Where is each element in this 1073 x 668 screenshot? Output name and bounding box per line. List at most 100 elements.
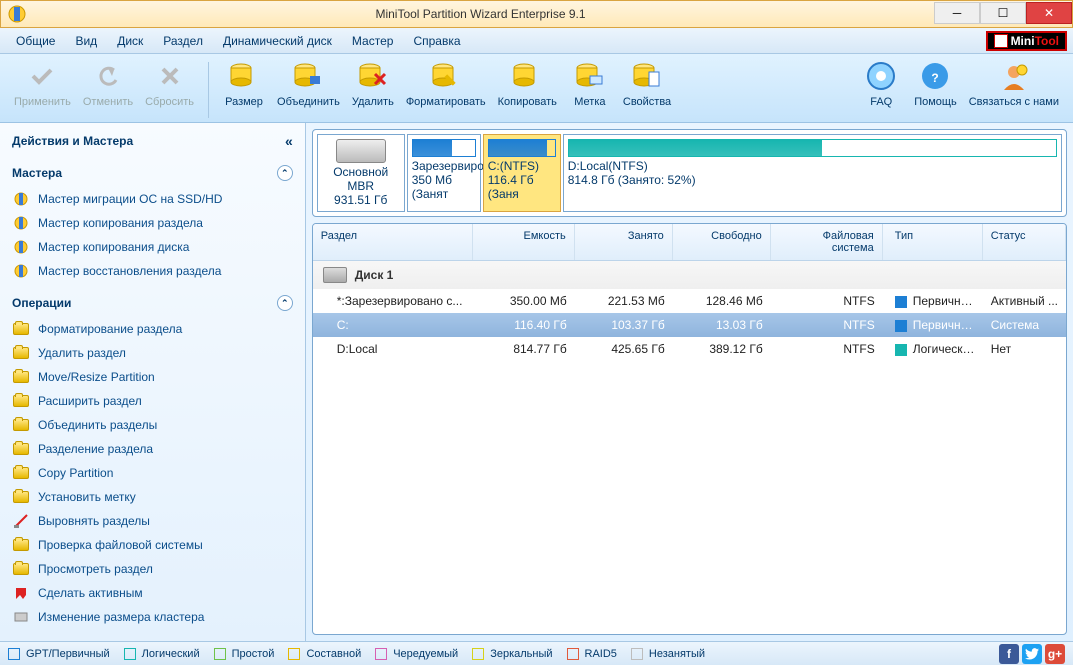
toolbar-label: Сбросить: [145, 96, 194, 108]
toolbar-применить-button: Применить: [8, 58, 77, 110]
sidebar-operation-item[interactable]: Установить метку: [0, 485, 305, 509]
titlebar: MiniTool Partition Wizard Enterprise 9.1…: [0, 0, 1073, 28]
toolbar-faq-button[interactable]: FAQ: [854, 58, 908, 110]
col-free[interactable]: Свободно: [673, 224, 771, 260]
legend-item: Зеркальный: [472, 648, 552, 660]
menu-item[interactable]: Общие: [6, 30, 65, 52]
sidebar-operation-item[interactable]: Проверка файловой системы: [0, 533, 305, 557]
sidebar-operation-item[interactable]: Сделать активным: [0, 581, 305, 605]
col-filesystem[interactable]: Файловая система: [771, 224, 883, 260]
disk-map: Основной MBR 931.51 Гб Зарезервиров350 М…: [312, 129, 1067, 217]
menu-item[interactable]: Диск: [107, 30, 153, 52]
toolbar-копировать-button[interactable]: Копировать: [492, 58, 563, 110]
operation-icon: [12, 393, 30, 409]
masters-section-title[interactable]: Мастера ⌃: [0, 159, 305, 187]
legend-item: Чередуемый: [375, 648, 458, 660]
disk-group-row[interactable]: Диск 1: [313, 261, 1066, 289]
wizard-icon: [12, 239, 30, 255]
diskmap-part-c[interactable]: C:(NTFS)116.4 Гб (Заня: [483, 134, 561, 212]
sidebar-operation-item[interactable]: Move/Resize Partition: [0, 365, 305, 389]
cylinder-icon: [292, 60, 324, 92]
toolbar-связаться с нами-button[interactable]: Связаться с нами: [963, 58, 1065, 110]
table-header: Раздел Емкость Занято Свободно Файловая …: [313, 224, 1066, 261]
table-row[interactable]: *:Зарезервировано с...350.00 Мб221.53 Мб…: [313, 289, 1066, 313]
col-capacity[interactable]: Емкость: [473, 224, 575, 260]
sidebar-operation-item[interactable]: Форматирование раздела: [0, 317, 305, 341]
menu-item[interactable]: Динамический диск: [213, 30, 342, 52]
maximize-button[interactable]: ☐: [980, 2, 1026, 24]
legend-item: Составной: [288, 648, 361, 660]
sidebar-operation-item[interactable]: Просмотреть раздел: [0, 557, 305, 581]
chevron-up-icon[interactable]: ⌃: [277, 165, 293, 181]
menubar: ОбщиеВидДискРазделДинамический дискМасте…: [0, 28, 1073, 54]
facebook-icon[interactable]: f: [999, 644, 1019, 664]
toolbar-label: Объединить: [277, 96, 340, 108]
sidebar-operation-item[interactable]: Удалить раздел: [0, 341, 305, 365]
toolbar-помощь-button[interactable]: ? Помощь: [908, 58, 963, 110]
sidebar-operation-item[interactable]: Выровнять разделы: [0, 509, 305, 533]
operation-icon: [12, 609, 30, 625]
legend-item: Логический: [124, 648, 200, 660]
table-row[interactable]: C:116.40 Гб103.37 Гб13.03 ГбNTFSПервичны…: [313, 313, 1066, 337]
operation-icon: [12, 585, 30, 601]
cylinder-icon: [574, 60, 606, 92]
table-row[interactable]: D:Local814.77 Гб425.65 Гб389.12 ГбNTFSЛо…: [313, 337, 1066, 361]
toolbar: Применить Отменить Сбросить Размер Объединит…: [0, 54, 1073, 123]
col-status[interactable]: Статус: [983, 224, 1066, 260]
sidebar-operation-item[interactable]: Расширить раздел: [0, 389, 305, 413]
wizard-icon: [12, 215, 30, 231]
toolbar-удалить-button[interactable]: Удалить: [346, 58, 400, 110]
sidebar-wizard-item[interactable]: Мастер миграции ОС на SSD/HD: [0, 187, 305, 211]
wizard-icon: [12, 263, 30, 279]
toolbar-свойства-button[interactable]: Свойства: [617, 58, 677, 110]
cylinder-icon: [511, 60, 543, 92]
partition-table: Раздел Емкость Занято Свободно Файловая …: [312, 223, 1067, 635]
diskmap-part-d[interactable]: D:Local(NTFS)814.8 Гб (Занято: 52%): [563, 134, 1062, 212]
sidebar-operation-item[interactable]: Объединить разделы: [0, 413, 305, 437]
cylinder-icon: [228, 60, 260, 92]
close-button[interactable]: ✕: [1026, 2, 1072, 24]
x-icon: [154, 60, 186, 92]
toolbar-размер-button[interactable]: Размер: [217, 58, 271, 110]
sidebar-wizard-item[interactable]: Мастер восстановления раздела: [0, 259, 305, 283]
toolbar-label: Помощь: [914, 96, 957, 108]
menu-item[interactable]: Справка: [403, 30, 470, 52]
minimize-button[interactable]: ─: [934, 2, 980, 24]
sidebar-wizard-item[interactable]: Мастер копирования диска: [0, 235, 305, 259]
operation-icon: [12, 345, 30, 361]
toolbar-метка-button[interactable]: Метка: [563, 58, 617, 110]
toolbar-label: FAQ: [870, 96, 892, 108]
col-used[interactable]: Занято: [575, 224, 673, 260]
sidebar-operation-item[interactable]: Изменение размера кластера: [0, 605, 305, 629]
sidebar-operation-item[interactable]: Разделение раздела: [0, 437, 305, 461]
diskmap-part-reserved[interactable]: Зарезервиров350 Мб (Занят: [407, 134, 481, 212]
col-partition[interactable]: Раздел: [313, 224, 473, 260]
toolbar-объединить-button[interactable]: Объединить: [271, 58, 346, 110]
toolbar-сбросить-button: Сбросить: [139, 58, 200, 110]
sidebar-operation-item[interactable]: Copy Partition: [0, 461, 305, 485]
sidebar-wizard-item[interactable]: Мастер копирования раздела: [0, 211, 305, 235]
menu-item[interactable]: Раздел: [153, 30, 213, 52]
cylinder-icon: [357, 60, 389, 92]
help-icon: ?: [919, 60, 951, 92]
menu-item[interactable]: Мастер: [342, 30, 404, 52]
operation-icon: [12, 321, 30, 337]
disk-summary[interactable]: Основной MBR 931.51 Гб: [317, 134, 405, 212]
collapse-icon[interactable]: «: [285, 133, 293, 149]
legend-item: RAID5: [567, 648, 617, 660]
col-type[interactable]: Тип: [883, 224, 983, 260]
cylinder-icon: [430, 60, 462, 92]
chevron-up-icon[interactable]: ⌃: [277, 295, 293, 311]
operation-icon: [12, 489, 30, 505]
check-icon: [26, 60, 58, 92]
toolbar-форматировать-button[interactable]: Форматировать: [400, 58, 492, 110]
twitter-icon[interactable]: [1022, 644, 1042, 664]
googleplus-icon[interactable]: g+: [1045, 644, 1065, 664]
toolbar-label: Отменить: [83, 96, 133, 108]
menu-item[interactable]: Вид: [65, 30, 107, 52]
operation-icon: [12, 561, 30, 577]
legend-item: GPT/Первичный: [8, 648, 110, 660]
operations-section-title[interactable]: Операции ⌃: [0, 289, 305, 317]
operation-icon: [12, 417, 30, 433]
wizard-icon: [12, 191, 30, 207]
